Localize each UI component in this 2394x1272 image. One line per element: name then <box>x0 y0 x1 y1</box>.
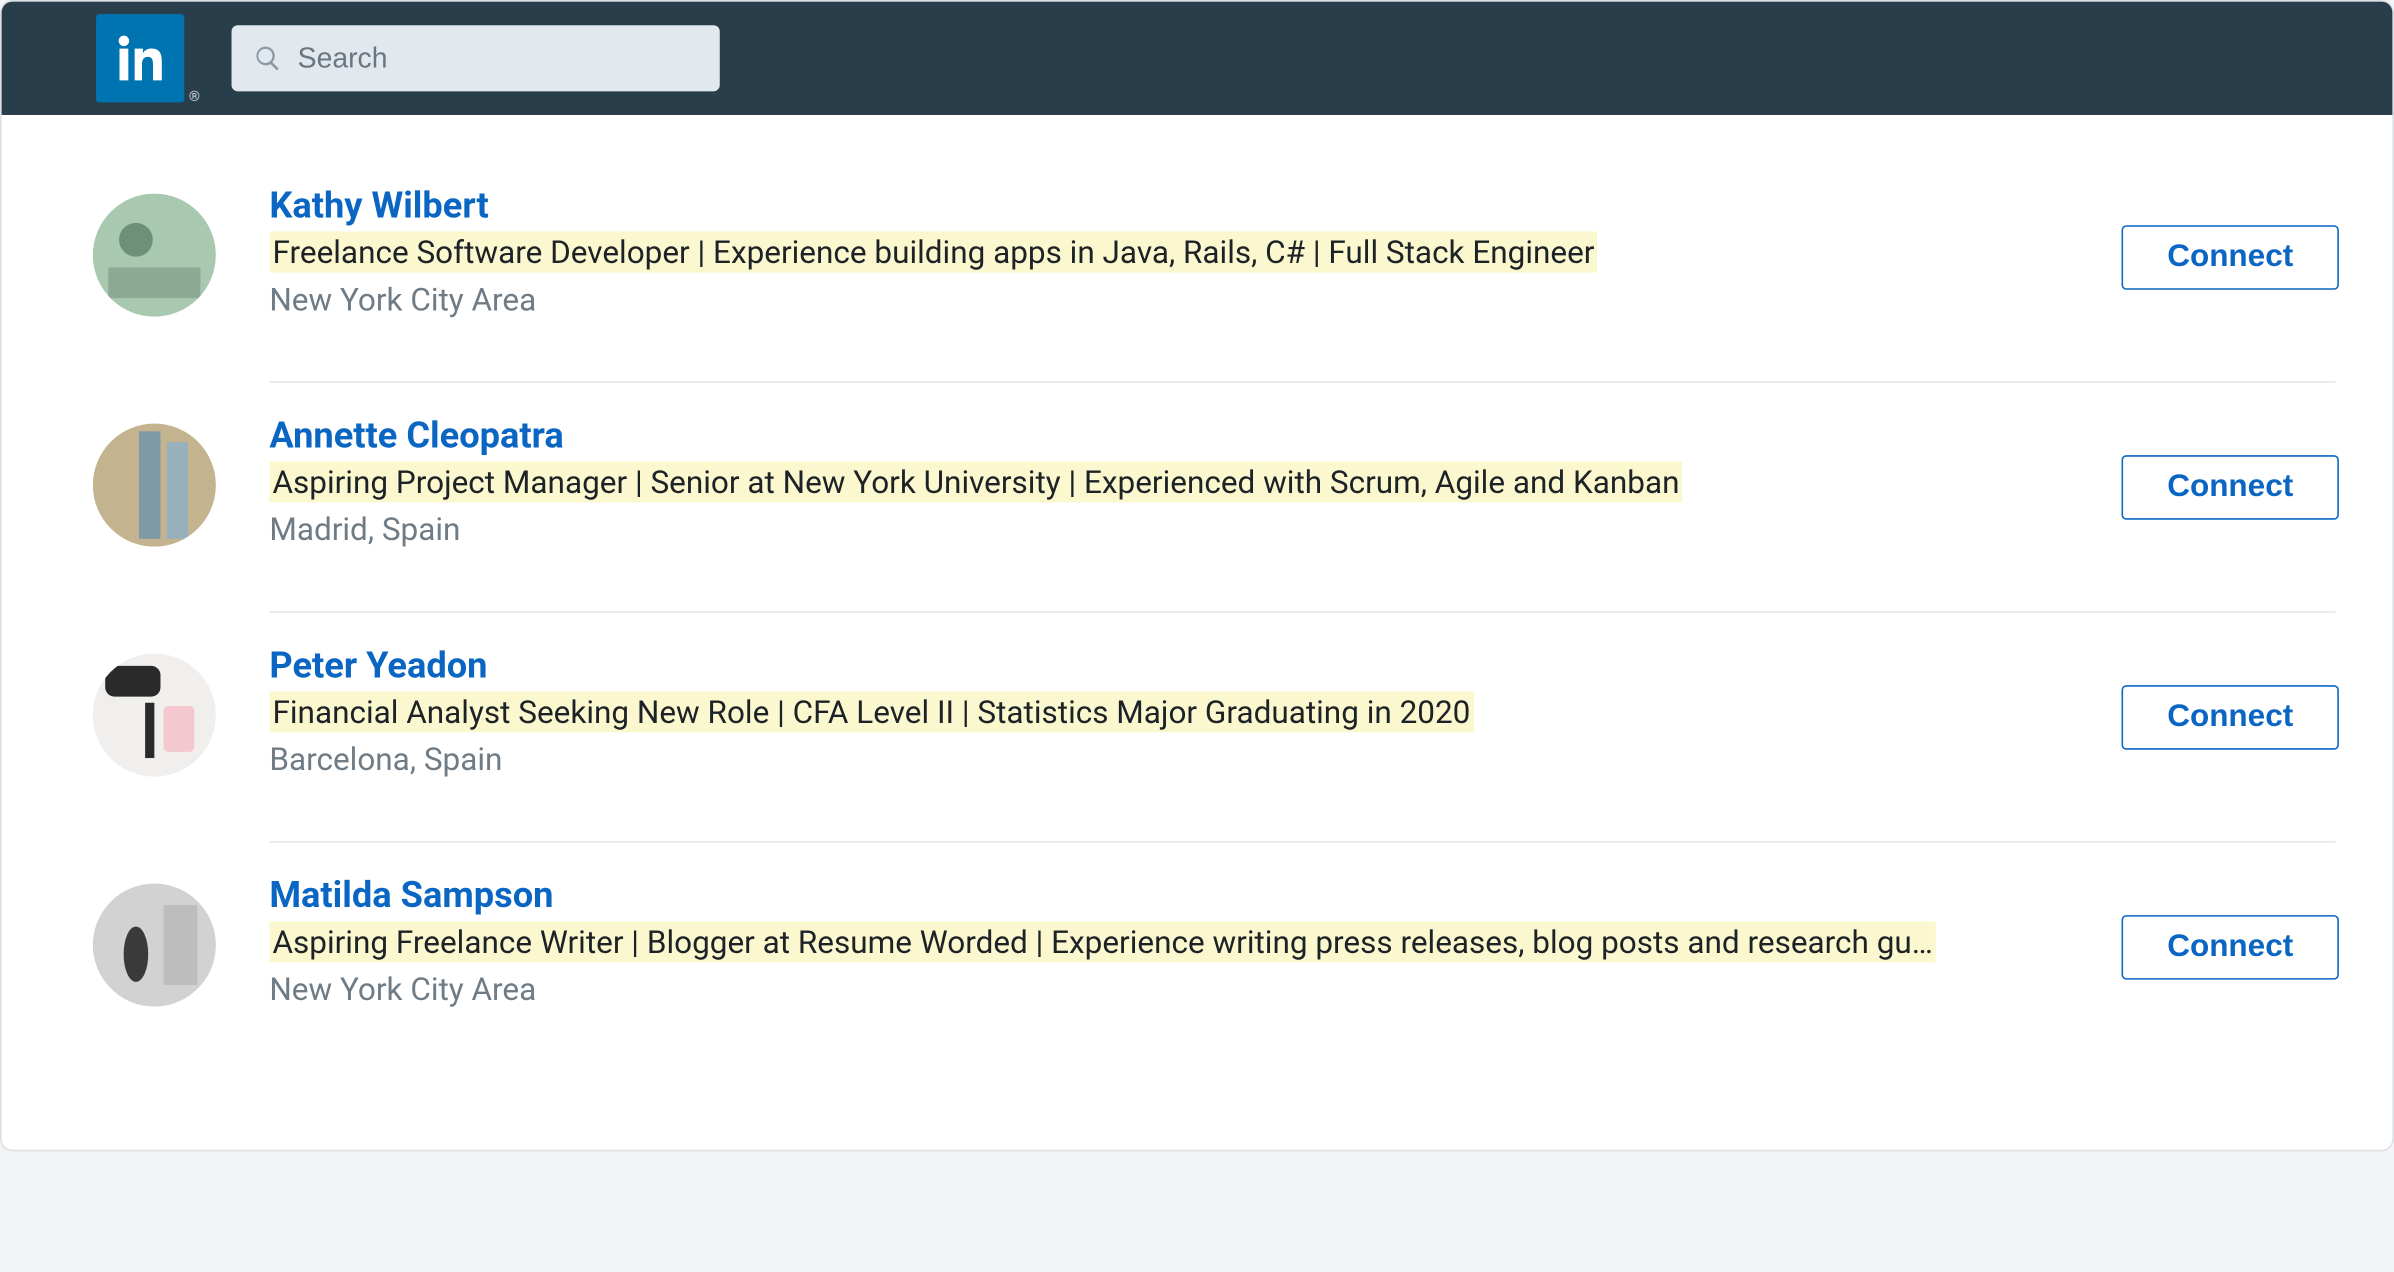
avatar[interactable] <box>93 654 216 777</box>
registered-mark: ® <box>189 90 200 106</box>
avatar-placeholder-icon <box>93 194 216 317</box>
action-column: Connect <box>2096 644 2364 750</box>
avatar[interactable] <box>93 424 216 547</box>
action-column: Connect <box>2096 184 2364 290</box>
profile-location: Barcelona, Spain <box>269 740 2096 778</box>
result-item: Peter Yeadon Financial Analyst Seeking N… <box>93 613 2364 841</box>
profile-name-link[interactable]: Annette Cleopatra <box>269 414 563 457</box>
avatar[interactable] <box>93 194 216 317</box>
profile-headline: Freelance Software Developer | Experienc… <box>269 233 2096 271</box>
connect-button[interactable]: Connect <box>2122 685 2339 750</box>
connect-button[interactable]: Connect <box>2122 915 2339 980</box>
avatar-placeholder-icon <box>93 424 216 547</box>
result-body: Peter Yeadon Financial Analyst Seeking N… <box>216 644 2097 778</box>
search-input[interactable] <box>298 42 698 75</box>
search-icon <box>254 44 282 72</box>
profile-location: New York City Area <box>269 280 2096 318</box>
action-column: Connect <box>2096 414 2364 520</box>
app-frame: ® Kathy Wilbert Freelance Software Devel… <box>0 0 2394 1151</box>
linkedin-icon <box>107 25 173 91</box>
avatar-placeholder-icon <box>93 654 216 777</box>
profile-headline: Aspiring Freelance Writer | Blogger at R… <box>269 923 2096 961</box>
profile-name-link[interactable]: Peter Yeadon <box>269 644 487 687</box>
action-column: Connect <box>2096 874 2364 980</box>
result-item: Kathy Wilbert Freelance Software Develop… <box>93 153 2364 381</box>
avatar-placeholder-icon <box>93 884 216 1007</box>
connect-button[interactable]: Connect <box>2122 225 2339 290</box>
results-list: Kathy Wilbert Freelance Software Develop… <box>2 115 2393 1150</box>
profile-location: New York City Area <box>269 970 2096 1008</box>
connect-button[interactable]: Connect <box>2122 455 2339 520</box>
profile-name-link[interactable]: Matilda Sampson <box>269 874 553 917</box>
result-body: Annette Cleopatra Aspiring Project Manag… <box>216 414 2097 548</box>
search-field-wrap[interactable] <box>232 25 720 91</box>
result-item: Annette Cleopatra Aspiring Project Manag… <box>93 383 2364 611</box>
result-body: Kathy Wilbert Freelance Software Develop… <box>216 184 2097 318</box>
avatar[interactable] <box>93 884 216 1007</box>
linkedin-logo[interactable]: ® <box>96 14 184 102</box>
profile-location: Madrid, Spain <box>269 510 2096 548</box>
profile-name-link[interactable]: Kathy Wilbert <box>269 184 488 227</box>
profile-headline: Aspiring Project Manager | Senior at New… <box>269 463 2096 501</box>
profile-headline: Financial Analyst Seeking New Role | CFA… <box>269 693 2096 731</box>
topbar: ® <box>2 2 2393 115</box>
result-item: Matilda Sampson Aspiring Freelance Write… <box>93 843 2364 1071</box>
result-body: Matilda Sampson Aspiring Freelance Write… <box>216 874 2097 1008</box>
